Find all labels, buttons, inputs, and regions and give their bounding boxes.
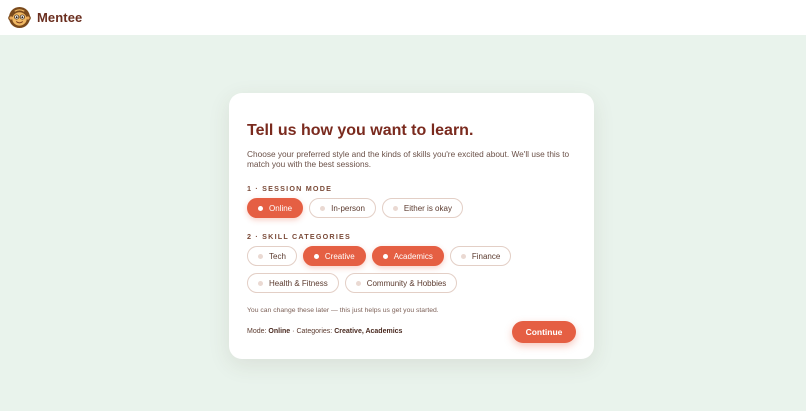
session-mode-in-person-chip[interactable]: In-person <box>309 198 376 218</box>
chip-label: Finance <box>471 251 501 261</box>
chip-label: Online <box>269 203 293 213</box>
chip-label: In-person <box>331 203 365 213</box>
continue-button[interactable]: Continue <box>512 321 576 343</box>
preferences-card: Tell us how you want to learn. Choose yo… <box>229 93 594 359</box>
skill-categories-label: 2 · SKILL CATEGORIES <box>247 232 352 241</box>
chip-label: Creative <box>324 251 355 261</box>
brand-home-link[interactable]: Mentee <box>8 6 82 29</box>
session-mode-options: Online In-person Either is okay <box>247 198 576 218</box>
category-community-hobbies-chip[interactable]: Community & Hobbies <box>344 273 458 293</box>
chip-label: Health & Fitness <box>269 278 328 288</box>
session-mode-online-chip[interactable]: Online <box>247 198 304 218</box>
chip-dot-icon <box>258 205 263 211</box>
summary-separator: · <box>292 328 295 335</box>
category-finance-chip[interactable]: Finance <box>449 246 512 266</box>
summary-mode-label: Mode: <box>247 328 267 335</box>
brand-name: Mentee <box>37 10 83 25</box>
session-mode-label: 1 · SESSION MODE <box>247 184 333 193</box>
top-bar: Mentee <box>0 0 806 35</box>
chip-dot-icon <box>392 205 398 211</box>
chip-label: Either is okay <box>403 203 452 213</box>
page-description: Choose your preferred style and the kind… <box>247 149 570 169</box>
category-academics-chip[interactable]: Academics <box>371 246 444 266</box>
selection-summary: Mode: Online · Categories: Creative, Aca… <box>247 328 402 335</box>
chip-dot-icon <box>313 253 319 259</box>
category-health-fitness-chip[interactable]: Health & Fitness <box>247 273 339 293</box>
chip-dot-icon <box>258 253 263 259</box>
chip-dot-icon <box>460 253 466 259</box>
chip-dot-icon <box>320 205 326 211</box>
summary-categories-value: Creative, Academics <box>334 328 403 335</box>
session-mode-either-chip[interactable]: Either is okay <box>381 198 463 218</box>
summary-mode-value: Online <box>268 328 291 335</box>
summary-categories-label: Categories: <box>296 328 333 335</box>
monkey-icon <box>8 6 31 29</box>
chip-dot-icon <box>382 253 388 259</box>
chip-label: Community & Hobbies <box>366 278 447 288</box>
chip-dot-icon <box>355 280 361 286</box>
chip-label: Tech <box>269 251 286 261</box>
category-creative-chip[interactable]: Creative <box>302 246 366 266</box>
page-title: Tell us how you want to learn. <box>247 122 474 139</box>
chip-label: Academics <box>393 251 433 261</box>
chip-dot-icon <box>258 280 263 286</box>
helper-note: You can change these later — this just h… <box>247 307 439 314</box>
category-tech-chip[interactable]: Tech <box>247 246 297 266</box>
skill-category-options: Tech Creative Academics Finance Health &… <box>247 246 547 293</box>
